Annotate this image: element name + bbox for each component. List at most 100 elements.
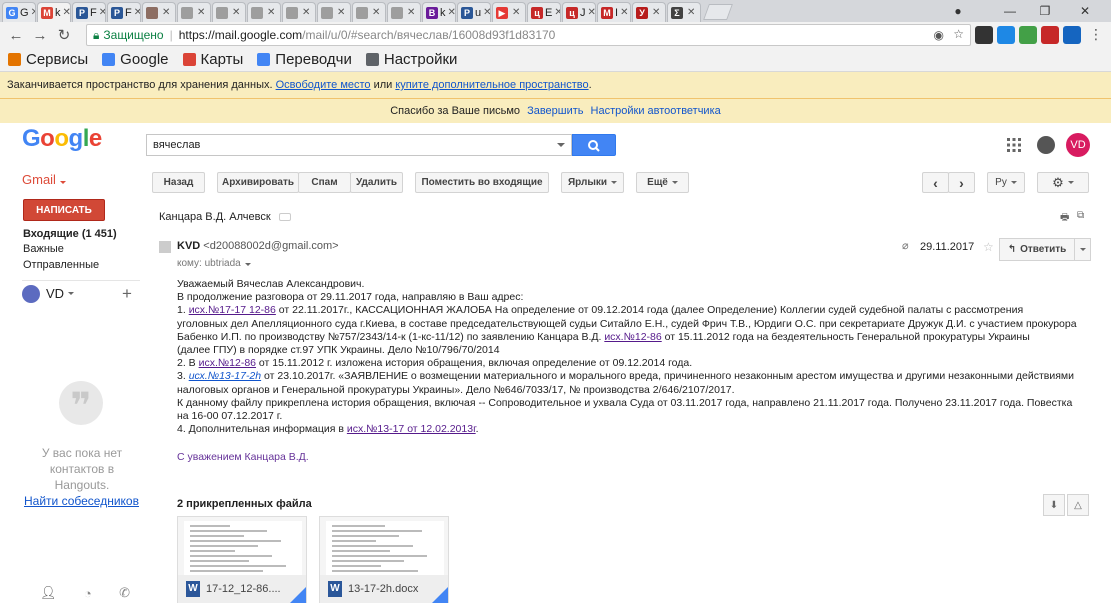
browser-tab[interactable]: PF✕: [72, 2, 106, 22]
close-tab-icon[interactable]: ✕: [197, 7, 205, 18]
menu-icon[interactable]: ⋮: [1089, 26, 1103, 44]
extension-icon[interactable]: [975, 26, 993, 44]
browser-tab[interactable]: ✕: [352, 2, 386, 22]
close-tab-icon[interactable]: ✕: [63, 7, 71, 18]
download-all-button[interactable]: ⬇: [1043, 494, 1065, 516]
star-icon[interactable]: ☆: [953, 27, 964, 41]
minimize-button[interactable]: —: [990, 0, 1030, 22]
close-tab-icon[interactable]: ✕: [483, 7, 490, 18]
bookmark-item[interactable]: Сервисы: [8, 51, 88, 68]
delete-button[interactable]: Удалить: [350, 172, 403, 193]
extension-icon[interactable]: [997, 26, 1015, 44]
attachment-card[interactable]: W 13-17-2h.docx: [319, 516, 449, 603]
notifications-bell-icon[interactable]: [1037, 136, 1055, 154]
more-actions-button[interactable]: [1075, 238, 1091, 261]
document-link[interactable]: исх.№13-17 от 12.02.2013г: [347, 423, 476, 435]
document-link[interactable]: исх.№13-17-2h: [189, 370, 261, 382]
add-contact-icon[interactable]: +: [122, 284, 132, 304]
back-arrow-icon[interactable]: ←: [4, 27, 28, 44]
search-button[interactable]: [572, 134, 616, 156]
close-window-button[interactable]: ✕: [1065, 0, 1105, 22]
close-tab-icon[interactable]: ✕: [407, 7, 415, 18]
browser-tab[interactable]: Bk ✕: [422, 2, 456, 22]
account-avatar[interactable]: VD: [1066, 133, 1090, 157]
sidebar-item-sent[interactable]: Отправленные: [23, 259, 99, 271]
pdf-extension-icon[interactable]: [1041, 26, 1059, 44]
reload-icon[interactable]: ↻: [52, 26, 76, 44]
print-icon[interactable]: 🖶︎: [1060, 210, 1069, 227]
browser-tab[interactable]: PF✕: [107, 2, 141, 22]
recipient-line[interactable]: кому: ubtriada: [177, 258, 251, 269]
browser-tab[interactable]: ✕: [317, 2, 351, 22]
label-tag-icon[interactable]: [279, 213, 291, 221]
close-tab-icon[interactable]: ✕: [134, 7, 140, 18]
close-tab-icon[interactable]: ✕: [302, 7, 310, 18]
close-tab-icon[interactable]: ✕: [448, 7, 456, 18]
gmail-menu[interactable]: Gmail: [22, 172, 66, 187]
browser-tab[interactable]: цE✕: [527, 2, 561, 22]
browser-tab[interactable]: ✕: [247, 2, 281, 22]
input-tools-button[interactable]: Ру: [987, 172, 1025, 193]
attachment-card[interactable]: W 17-12_12-86....: [177, 516, 307, 603]
more-button[interactable]: Ещё: [636, 172, 689, 193]
browser-tab[interactable]: Mk ✕: [37, 2, 71, 22]
close-tab-icon[interactable]: ✕: [232, 7, 240, 18]
bookmark-item[interactable]: Google: [102, 51, 169, 68]
bookmark-item[interactable]: Настройки: [365, 51, 457, 68]
spam-button[interactable]: Спам: [298, 172, 351, 193]
browser-tab[interactable]: ✕: [282, 2, 316, 22]
person-icon[interactable]: 👤︎: [40, 585, 57, 601]
document-link[interactable]: исх.№12-86: [199, 357, 256, 369]
browser-tab[interactable]: У ✕: [632, 2, 666, 22]
bookmark-item[interactable]: Карты: [182, 51, 243, 68]
free-space-link[interactable]: Освободите место: [276, 79, 371, 91]
reply-button[interactable]: ↰ Ответить: [999, 238, 1075, 261]
buy-space-link[interactable]: купите дополнительное пространство: [395, 79, 588, 91]
url-bar[interactable]: 🔒︎ Защищено | https://mail.google.com/ma…: [86, 24, 971, 46]
archive-button[interactable]: Архивировать: [217, 172, 299, 193]
finish-link[interactable]: Завершить: [527, 105, 583, 117]
back-button[interactable]: Назад: [152, 172, 205, 193]
close-tab-icon[interactable]: ✕: [687, 7, 695, 18]
find-contacts-link[interactable]: Найти собеседников: [24, 494, 139, 508]
close-tab-icon[interactable]: ✕: [31, 7, 35, 18]
autoreply-settings-link[interactable]: Настройки автоответчика: [591, 105, 721, 117]
browser-tab[interactable]: ✕: [212, 2, 246, 22]
browser-tab[interactable]: M I ✕: [597, 2, 631, 22]
apps-grid-icon[interactable]: [1006, 137, 1022, 153]
eye-icon[interactable]: ◉: [934, 28, 944, 42]
close-tab-icon[interactable]: ✕: [99, 7, 105, 18]
browser-tab[interactable]: Σ ✕: [667, 2, 701, 22]
close-tab-icon[interactable]: ✕: [372, 7, 380, 18]
extension-icon[interactable]: [1063, 26, 1081, 44]
forward-arrow-icon[interactable]: →: [28, 27, 52, 44]
close-tab-icon[interactable]: ✕: [588, 7, 596, 18]
sidebar-item-important[interactable]: Важные: [23, 243, 64, 255]
close-tab-icon[interactable]: ✕: [554, 7, 560, 18]
profile-icon[interactable]: ●: [938, 0, 978, 22]
phone-icon[interactable]: ✆: [119, 585, 130, 601]
close-tab-icon[interactable]: ✕: [652, 7, 660, 18]
new-tab-button[interactable]: [703, 4, 733, 20]
close-tab-icon[interactable]: ✕: [620, 7, 628, 18]
save-to-drive-button[interactable]: △: [1067, 494, 1089, 516]
newer-button[interactable]: ‹: [922, 172, 949, 193]
browser-tab[interactable]: GG✕: [2, 2, 36, 22]
document-link[interactable]: исх.№17-17 12-86: [189, 304, 276, 316]
search-input[interactable]: вячеслав: [146, 134, 572, 156]
close-tab-icon[interactable]: ✕: [337, 7, 345, 18]
maximize-button[interactable]: ❐: [1025, 0, 1065, 22]
close-tab-icon[interactable]: ✕: [162, 7, 170, 18]
browser-tab[interactable]: Pu ✕: [457, 2, 491, 22]
new-window-icon[interactable]: ⧉: [1077, 210, 1084, 221]
compose-button[interactable]: НАПИСАТЬ: [23, 199, 105, 221]
star-icon[interactable]: ☆: [983, 240, 994, 254]
document-link[interactable]: исх.№12-86: [604, 331, 661, 343]
chat-bubble-icon[interactable]: ◔: [84, 586, 92, 601]
sidebar-item-inbox[interactable]: Входящие (1 451): [23, 228, 117, 240]
bookmark-item[interactable]: Переводчи: [257, 51, 352, 68]
move-to-inbox-button[interactable]: Поместить во входящие: [415, 172, 549, 193]
close-tab-icon[interactable]: ✕: [512, 7, 520, 18]
labels-button[interactable]: Ярлыки: [561, 172, 624, 193]
browser-tab[interactable]: ✕: [177, 2, 211, 22]
